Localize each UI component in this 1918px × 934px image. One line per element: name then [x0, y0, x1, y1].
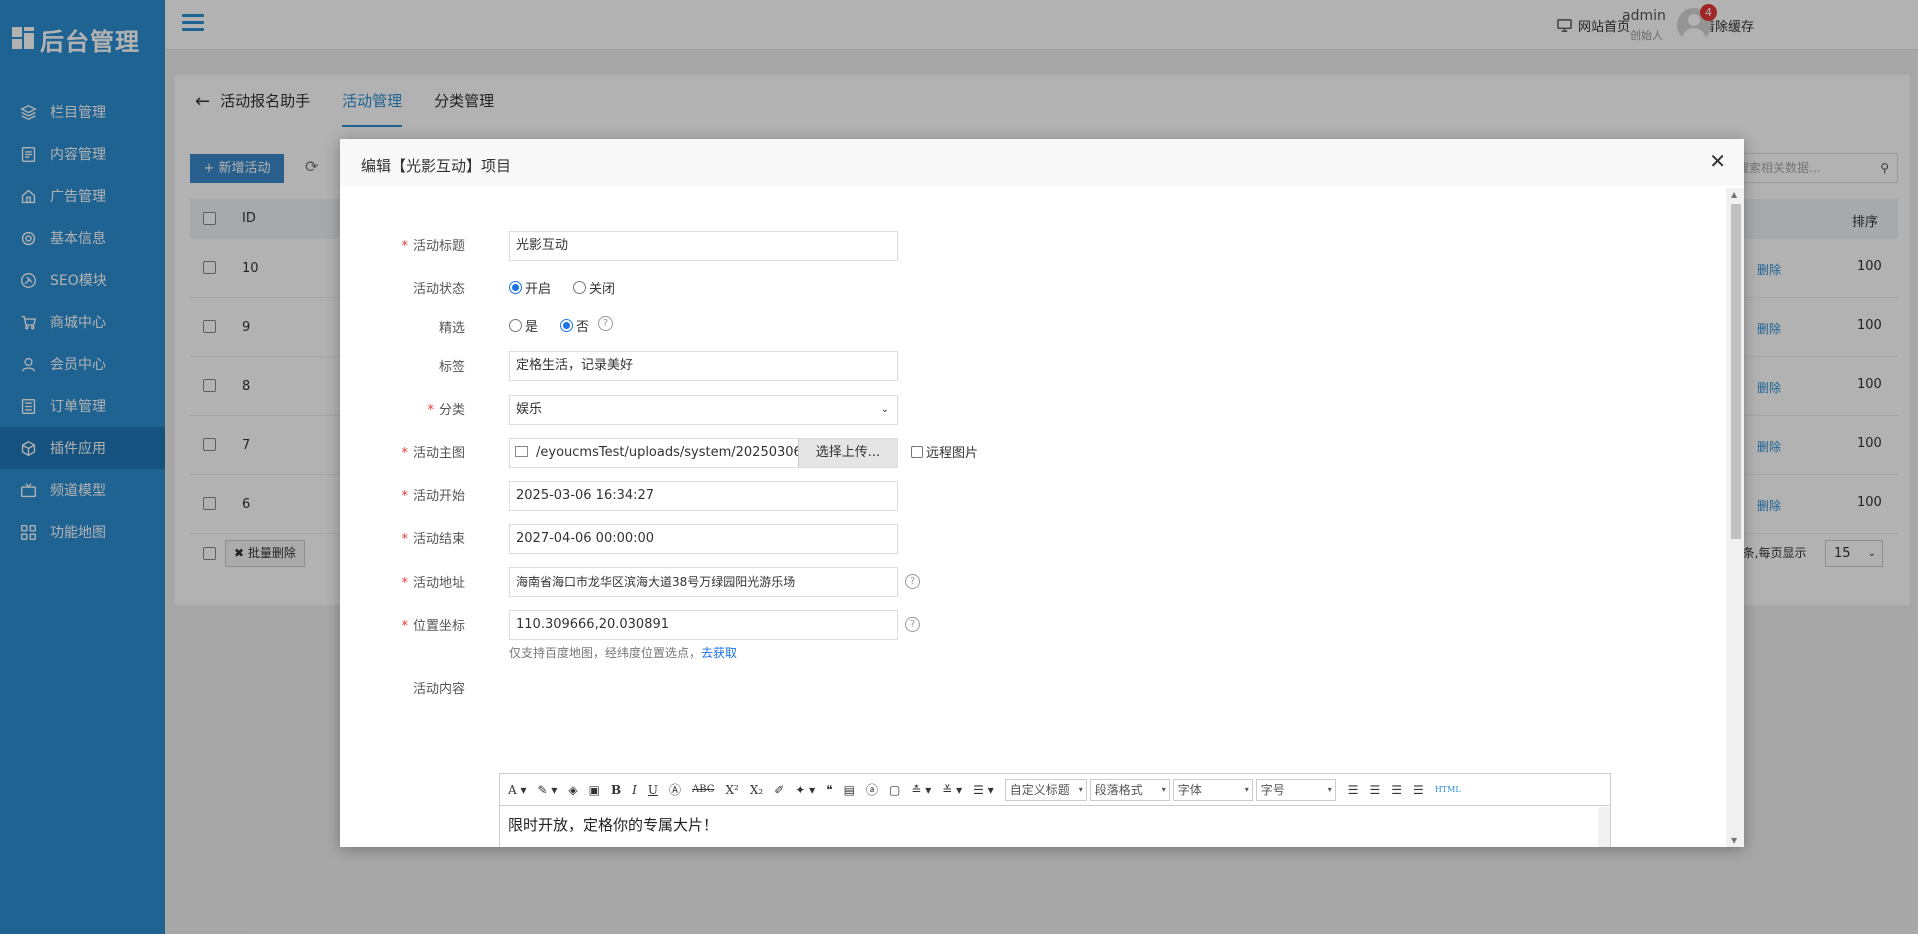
align-justify-icon[interactable]: ☰: [1413, 783, 1424, 797]
editor-content[interactable]: 限时开放，定格你的专属大片！: [500, 806, 1610, 843]
status-on-radio[interactable]: 开启: [509, 278, 551, 297]
start-time-input[interactable]: 2025-03-06 16:34:27: [509, 481, 898, 511]
status-label: 活动状态: [412, 282, 465, 297]
chevron-down-icon: ▾: [1078, 784, 1083, 794]
category-value: 娱乐: [516, 402, 543, 417]
scrollbar-thumb[interactable]: [1731, 204, 1741, 539]
radio-icon: [509, 319, 522, 332]
category-label: * 分类: [427, 403, 465, 418]
image-path-value: /eyoucmsTest/uploads/system/20250306/: [536, 445, 807, 460]
address-input[interactable]: 海南省海口市龙华区滨海大道38号万绿园阳光游乐场: [509, 567, 898, 597]
line-height-icon[interactable]: ☰ ▾: [973, 783, 994, 797]
row-spacing-top-icon[interactable]: ≛ ▾: [911, 783, 931, 797]
featured-no-radio[interactable]: 否: [560, 316, 589, 335]
image-path-input[interactable]: /eyoucmsTest/uploads/system/20250306/ 选择…: [509, 438, 898, 468]
coords-input[interactable]: 110.309666,20.030891: [509, 610, 898, 640]
subscript-icon[interactable]: X₂: [750, 783, 763, 797]
italic-icon[interactable]: I: [632, 783, 637, 797]
help-icon[interactable]: ?: [905, 617, 920, 632]
editor-toolbar: A ▾ ✎ ▾ ◈ ▣ B I U Ⓐ ABC X² X₂ ✐ ✦ ▾ ❝ ▤ …: [500, 774, 1610, 806]
image-icon: [515, 446, 528, 457]
coords-hint-text: 仅支持百度地图，经纬度位置选点，: [509, 646, 702, 660]
page-icon[interactable]: ▢: [889, 783, 900, 797]
custom-title-value: 自定义标题: [1009, 782, 1070, 797]
auto-format-icon[interactable]: ✦ ▾: [795, 783, 815, 797]
quote-icon[interactable]: ❝: [826, 783, 832, 797]
format-painter-icon[interactable]: ✐: [774, 783, 784, 797]
scroll-up-icon[interactable]: ▲: [1731, 190, 1737, 199]
coords-label: * 位置坐标: [401, 619, 465, 634]
dialog-title: 编辑【光影互动】项目: [361, 157, 512, 175]
font-value: 字体: [1177, 782, 1202, 797]
link-icon[interactable]: ⓐ: [866, 781, 878, 798]
help-icon[interactable]: ?: [905, 574, 920, 589]
tags-input[interactable]: 定格生活，记录美好: [509, 351, 898, 381]
edit-activity-dialog: 编辑【光影互动】项目 ✕ ▲ ▼ * 活动标题 光影互动 活动状态 开启 关闭 精…: [340, 139, 1744, 847]
status-on-label: 开启: [525, 282, 552, 297]
dialog-scrollbar[interactable]: ▲ ▼: [1726, 188, 1744, 847]
align-right-icon[interactable]: ☰: [1391, 783, 1402, 797]
font-size-select[interactable]: 字号 ▾: [1255, 778, 1336, 801]
status-off-label: 关闭: [589, 282, 616, 297]
content-label: 活动内容: [412, 682, 465, 697]
help-icon[interactable]: ?: [598, 316, 613, 331]
status-off-radio[interactable]: 关闭: [573, 278, 615, 297]
chevron-down-icon: ⌄: [880, 404, 889, 415]
strikethrough-icon[interactable]: ABC: [692, 784, 714, 795]
checkbox-icon: [911, 445, 923, 458]
superscript-icon[interactable]: X²: [725, 783, 738, 797]
dialog-header: 编辑【光影互动】项目 ✕: [340, 139, 1744, 186]
remote-image-label: 远程图片: [926, 446, 979, 461]
paragraph-select[interactable]: 段落格式 ▾: [1089, 778, 1170, 801]
editor-scrollbar[interactable]: [1598, 807, 1610, 847]
highlight-icon[interactable]: ✎ ▾: [538, 783, 558, 797]
featured-no-label: 否: [576, 320, 590, 335]
end-label: * 活动结束: [401, 532, 465, 547]
font-select[interactable]: 字体 ▾: [1172, 778, 1253, 801]
align-left-icon[interactable]: ☰: [1348, 783, 1359, 797]
row-spacing-bottom-icon[interactable]: ≚ ▾: [942, 783, 962, 797]
category-select[interactable]: 娱乐 ⌄: [509, 395, 898, 425]
chevron-down-icon: ▾: [1161, 784, 1166, 794]
chevron-down-icon: ▾: [1327, 784, 1332, 794]
custom-title-select[interactable]: 自定义标题 ▾: [1004, 778, 1087, 801]
get-coords-link[interactable]: 去获取: [701, 646, 737, 660]
close-icon[interactable]: ✕: [1709, 149, 1726, 173]
featured-yes-radio[interactable]: 是: [509, 316, 538, 335]
end-time-input[interactable]: 2027-04-06 00:00:00: [509, 524, 898, 554]
rich-text-editor: A ▾ ✎ ▾ ◈ ▣ B I U Ⓐ ABC X² X₂ ✐ ✦ ▾ ❝ ▤ …: [499, 773, 1611, 847]
font-border-icon[interactable]: Ⓐ: [669, 781, 681, 798]
start-label: * 活动开始: [401, 489, 465, 504]
remote-image-checkbox[interactable]: 远程图片: [911, 442, 978, 461]
align-center-icon[interactable]: ☰: [1370, 783, 1381, 797]
radio-selected-icon: [560, 319, 573, 332]
chevron-down-icon: ▾: [1244, 784, 1249, 794]
underline-icon[interactable]: U: [648, 783, 658, 797]
coords-hint: 仅支持百度地图，经纬度位置选点，去获取: [509, 644, 737, 661]
featured-yes-label: 是: [525, 320, 539, 335]
radio-icon: [573, 281, 586, 294]
bold-icon[interactable]: B: [611, 783, 621, 797]
font-color-icon[interactable]: A ▾: [508, 783, 527, 797]
image-label: * 活动主图: [401, 446, 465, 461]
radio-selected-icon: [509, 281, 522, 294]
featured-label: 精选: [438, 321, 465, 336]
paste-icon[interactable]: ▤: [844, 783, 855, 797]
font-size-value: 字号: [1260, 782, 1285, 797]
title-label: * 活动标题: [401, 239, 465, 254]
html-source-icon[interactable]: HTML: [1435, 785, 1461, 794]
dialog-body: * 活动标题 光影互动 活动状态 开启 关闭 精选 是 否 ? 标签 定格生活，记…: [350, 194, 1725, 844]
image-icon[interactable]: ▣: [589, 783, 600, 797]
tags-label: 标签: [438, 360, 465, 375]
eraser-icon[interactable]: ◈: [568, 783, 577, 797]
address-label: * 活动地址: [401, 576, 465, 591]
paragraph-value: 段落格式: [1094, 782, 1143, 797]
upload-button[interactable]: 选择上传...: [798, 439, 897, 467]
title-input[interactable]: 光影互动: [509, 231, 898, 261]
scroll-down-icon[interactable]: ▼: [1731, 836, 1737, 845]
